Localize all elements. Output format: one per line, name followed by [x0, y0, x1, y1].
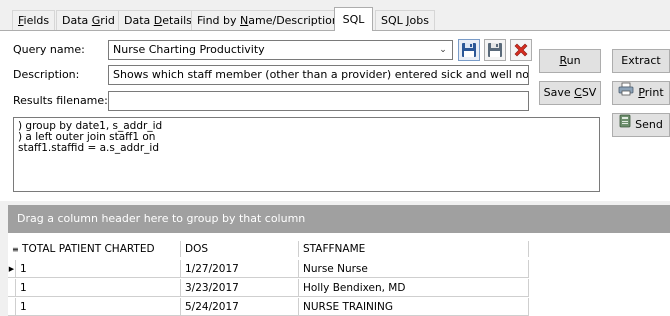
- tab-find-by-name[interactable]: Find by Name/Description: [191, 10, 345, 31]
- column-header-total-patient-charted[interactable]: ≡ TOTAL PATIENT CHARTED: [8, 241, 181, 257]
- column-chooser-icon[interactable]: ≡: [12, 245, 19, 254]
- cell-staffname: NURSE TRAINING: [299, 298, 529, 316]
- printer-icon: [618, 82, 634, 104]
- cell-total: 1: [16, 260, 181, 278]
- column-header-staffname[interactable]: STAFFNAME: [299, 241, 529, 257]
- row-indicator: [8, 298, 16, 316]
- tab-data-details[interactable]: Data Details: [118, 10, 198, 31]
- tab-sql[interactable]: SQL: [334, 7, 373, 31]
- column-header-dos[interactable]: DOS: [181, 241, 299, 257]
- description-label: Description:: [13, 68, 80, 81]
- sql-line: staff1.staffid = a.s_addr_id: [18, 142, 159, 154]
- results-filename-label: Results filename:: [13, 94, 108, 107]
- extract-button[interactable]: Extract: [612, 49, 670, 73]
- cell-dos: 1/27/2017: [181, 260, 299, 278]
- save-as-query-button[interactable]: [484, 39, 506, 61]
- chevron-down-icon[interactable]: ⌄: [437, 41, 449, 59]
- save-csv-button[interactable]: Save CSV: [539, 81, 601, 105]
- cell-total: 1: [16, 298, 181, 316]
- floppy-disk-icon: [462, 43, 476, 57]
- send-icon: [619, 114, 631, 136]
- query-name-value: Nurse Charting Productivity: [113, 43, 265, 56]
- save-query-button[interactable]: [458, 39, 480, 61]
- send-button[interactable]: Send: [612, 113, 670, 137]
- floppy-disk-gray-icon: [488, 43, 502, 57]
- tab-strip: Fields Data Grid Data Details Find by Na…: [0, 0, 670, 31]
- current-row-arrow-icon: ▶: [8, 260, 16, 278]
- tab-data-grid[interactable]: Data Grid: [56, 10, 121, 31]
- cell-dos: 5/24/2017: [181, 298, 299, 316]
- table-row[interactable]: 1 3/23/2017 Holly Bendixen, MD: [8, 279, 529, 297]
- cell-staffname: Holly Bendixen, MD: [299, 279, 529, 297]
- group-by-panel[interactable]: Drag a column header here to group by th…: [8, 205, 670, 233]
- description-input[interactable]: Shows which staff member (other than a p…: [108, 65, 529, 85]
- print-button[interactable]: Print: [612, 81, 670, 105]
- sql-editor[interactable]: ) group by date1, s_addr_id ) a left out…: [13, 117, 600, 192]
- tab-fields[interactable]: Fields: [12, 10, 56, 31]
- run-button[interactable]: Run: [539, 49, 601, 73]
- query-name-combo[interactable]: Nurse Charting Productivity ⌄: [108, 40, 453, 60]
- red-x-icon: [514, 43, 528, 57]
- row-indicator: [8, 279, 16, 297]
- cell-dos: 3/23/2017: [181, 279, 299, 297]
- table-row[interactable]: 1 5/24/2017 NURSE TRAINING: [8, 298, 529, 316]
- query-name-label: Query name:: [13, 43, 85, 56]
- table-row[interactable]: ▶ 1 1/27/2017 Nurse Nurse: [8, 260, 529, 278]
- results-grid: Drag a column header here to group by th…: [8, 205, 670, 316]
- sql-form: Query name: Nurse Charting Productivity …: [0, 31, 670, 201]
- cell-total: 1: [16, 279, 181, 297]
- cell-staffname: Nurse Nurse: [299, 260, 529, 278]
- delete-query-button[interactable]: [510, 39, 532, 61]
- tab-sql-jobs[interactable]: SQL Jobs: [375, 10, 435, 31]
- results-filename-input[interactable]: [108, 91, 529, 111]
